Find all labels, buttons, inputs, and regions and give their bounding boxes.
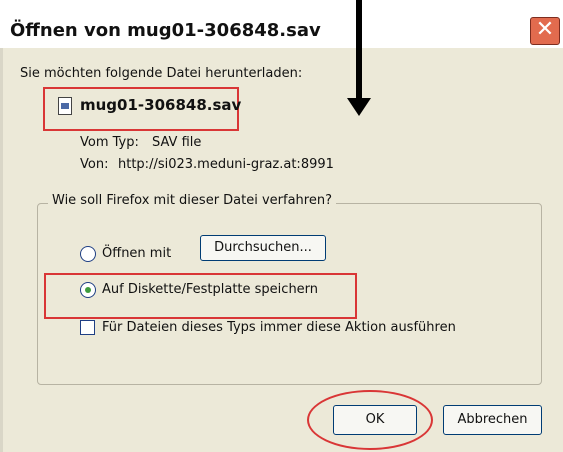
save-to-disk-radio[interactable] bbox=[80, 282, 96, 298]
save-to-disk-label: Auf Diskette/Festplatte speichern bbox=[102, 282, 319, 297]
action-group-legend: Wie soll Firefox mit dieser Datei verfah… bbox=[48, 193, 336, 208]
intro-text: Sie möchten folgende Datei herunterladen… bbox=[20, 66, 303, 81]
annotation-arrow-head bbox=[347, 98, 371, 116]
always-do-this-label: Für Dateien dieses Typs immer diese Akti… bbox=[102, 320, 456, 335]
file-source-value: http://si023.meduni-graz.at:8991 bbox=[118, 157, 334, 172]
file-sav-icon bbox=[58, 97, 72, 115]
annotation-arrow-icon bbox=[356, 0, 362, 100]
window-title: Öffnen von mug01-306848.sav bbox=[10, 20, 321, 41]
close-icon: ✕ bbox=[535, 17, 555, 42]
open-with-label: Öffnen mit bbox=[102, 246, 172, 261]
browse-button[interactable]: Durchsuchen... bbox=[200, 235, 326, 261]
ok-button[interactable]: OK bbox=[333, 405, 417, 435]
cancel-button[interactable]: Abbrechen bbox=[443, 405, 542, 435]
file-name: mug01-306848.sav bbox=[80, 96, 242, 114]
open-with-radio[interactable] bbox=[80, 246, 96, 262]
always-do-this-checkbox[interactable] bbox=[80, 320, 95, 335]
file-type-label: Vom Typ: bbox=[80, 135, 139, 150]
file-type-value: SAV file bbox=[152, 135, 202, 150]
file-source-label: Von: bbox=[80, 157, 109, 172]
close-button[interactable]: ✕ bbox=[530, 17, 560, 45]
